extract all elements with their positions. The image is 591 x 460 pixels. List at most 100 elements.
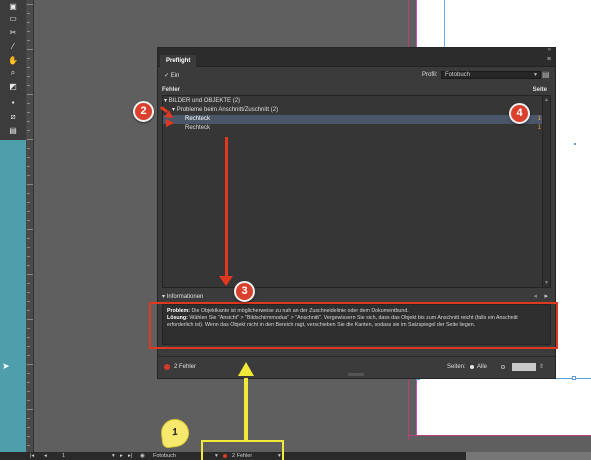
ruler-tick	[27, 175, 30, 176]
ruler-tick	[27, 436, 30, 437]
info-label: Informationen	[166, 294, 204, 300]
page-dropdown-icon[interactable]: ▾	[112, 452, 115, 460]
list-item-label: Rechteck	[185, 116, 211, 122]
ruler-tick	[27, 301, 30, 302]
profile-status[interactable]: Fotobuch	[153, 452, 176, 460]
profile-value: Fotobuch	[445, 72, 471, 78]
profile-dropdown[interactable]: Fotobuch ▼	[441, 71, 541, 79]
bleed-guide-bottom	[408, 435, 591, 436]
panel-resize-grip[interactable]	[348, 373, 364, 376]
anchor-point	[574, 143, 576, 145]
error-status-icon	[164, 364, 170, 370]
ruler-tick	[27, 40, 30, 41]
tab-preflight[interactable]: Preflight	[160, 55, 197, 67]
profile-settings-icon[interactable]: ▤	[542, 70, 550, 80]
first-page-icon[interactable]: |◂	[30, 452, 34, 460]
expand-triangle-icon[interactable]: ▾	[164, 98, 167, 104]
ruler-tick	[27, 67, 30, 68]
ruler-tick	[27, 337, 30, 338]
list-item-category[interactable]: ▾ BILDER und OBJEKTE (2)	[163, 97, 543, 106]
ruler-tick	[27, 148, 30, 149]
frame-tool-icon[interactable]: ▣	[4, 2, 22, 12]
ruler-tick	[27, 292, 30, 293]
ruler-tick	[27, 418, 30, 419]
scroll-down-icon[interactable]: ▼	[544, 280, 549, 286]
ruler-tick	[27, 310, 30, 311]
ruler-tick	[27, 58, 30, 59]
horizontal-scrollbar[interactable]	[466, 452, 591, 460]
no-color-icon[interactable]: ⧄	[4, 112, 22, 122]
pages-all-label: Alle	[477, 364, 488, 370]
list-item-error[interactable]: Rechteck 1	[163, 115, 543, 124]
status-highlight-box	[201, 440, 284, 460]
previous-page-icon[interactable]: ◂	[44, 452, 47, 460]
pages-range-radio[interactable]	[501, 365, 505, 369]
annotation-arrow	[244, 378, 248, 440]
list-item-label: Rechteck	[185, 125, 211, 131]
ruler-tick	[27, 256, 30, 257]
list-item-subcategory[interactable]: ▾ Probleme beim Anschnitt/Zuschnitt (2)	[163, 106, 543, 115]
ruler-tick	[27, 76, 30, 77]
panel-title-bar[interactable]: »	[158, 47, 555, 55]
ruler-tick	[27, 193, 30, 194]
next-icon[interactable]: ▸	[544, 292, 548, 300]
page-link[interactable]: 1	[538, 124, 541, 133]
vertical-ruler	[26, 0, 34, 452]
checkmark-icon: ✓	[164, 73, 170, 79]
ruler-tick	[27, 4, 33, 5]
hand-tool-icon[interactable]: ✋	[4, 56, 22, 66]
ruler-tick	[27, 13, 30, 14]
list-item-label: Probleme beim Anschnitt/Zuschnitt (2)	[176, 107, 279, 113]
list-item-error[interactable]: Rechteck 1	[163, 124, 543, 133]
previous-icon[interactable]: ◂	[533, 292, 537, 300]
stepper-icon[interactable]: ⇕	[539, 363, 544, 370]
info-toggle[interactable]: ▾ Informationen	[162, 293, 203, 300]
mouse-cursor-icon: ➤	[2, 361, 10, 371]
info-highlight-box	[149, 302, 558, 349]
ruler-tick	[27, 202, 30, 203]
ruler-tick	[27, 121, 30, 122]
annotation-arrowhead	[238, 362, 254, 376]
ruler-tick	[27, 184, 33, 185]
collapse-panel-icon[interactable]: »	[548, 47, 551, 53]
zoom-tool-icon[interactable]: ⌕	[4, 68, 22, 78]
ruler-tick	[27, 112, 30, 113]
preflight-on-checkbox[interactable]: ✓ Ein	[164, 72, 179, 79]
annotation-arrow	[225, 137, 228, 280]
ruler-tick	[27, 247, 30, 248]
next-page-icon[interactable]: ▸	[120, 452, 123, 460]
annotation-badge-2: 2	[133, 101, 154, 122]
ruler-tick	[27, 139, 33, 140]
ruler-tick	[27, 382, 30, 383]
last-page-icon[interactable]: ▸|	[128, 452, 132, 460]
page-number[interactable]: 1	[62, 452, 65, 460]
scroll-up-icon[interactable]: ▲	[544, 97, 549, 103]
ruler-tick	[27, 31, 30, 32]
tools-panel: ▣ ▭ ✂ ⁄ ✋ ⌕ ◩ ▪ ⧄ ▤	[0, 0, 26, 140]
ruler-tick	[27, 409, 33, 410]
error-list-header: Fehler Seite	[162, 87, 551, 95]
rectangle-tool-icon[interactable]: ▭	[4, 14, 22, 24]
annotation-badge-3: 3	[234, 281, 255, 302]
fill-stroke-icon[interactable]: ◩	[4, 82, 22, 92]
pages-label: Seiten:	[447, 364, 466, 370]
eyedropper-icon[interactable]: ⁄	[4, 42, 22, 52]
pages-all-radio[interactable]	[470, 365, 474, 369]
ruler-tick	[27, 364, 33, 365]
ruler-tick	[27, 445, 30, 446]
selected-rectangle[interactable]	[418, 378, 591, 435]
apply-color-icon[interactable]: ▪	[4, 98, 22, 108]
panel-menu-icon[interactable]: ≡	[547, 56, 551, 63]
view-mode-icon[interactable]: ▤	[4, 126, 22, 136]
page-link[interactable]: 1	[538, 115, 541, 124]
pages-range-input[interactable]	[512, 363, 536, 371]
ruler-tick	[27, 103, 30, 104]
selection-handle[interactable]	[572, 376, 576, 380]
info-section-header[interactable]: ▾ Informationen ◂ ▸	[162, 293, 551, 301]
scissors-icon[interactable]: ✂	[4, 28, 22, 38]
ruler-tick	[27, 211, 30, 212]
list-scrollbar[interactable]: ▲ ▼	[542, 96, 550, 287]
ruler-tick	[27, 229, 33, 230]
ruler-tick	[27, 427, 30, 428]
preflight-icon[interactable]: ◉	[140, 452, 145, 460]
